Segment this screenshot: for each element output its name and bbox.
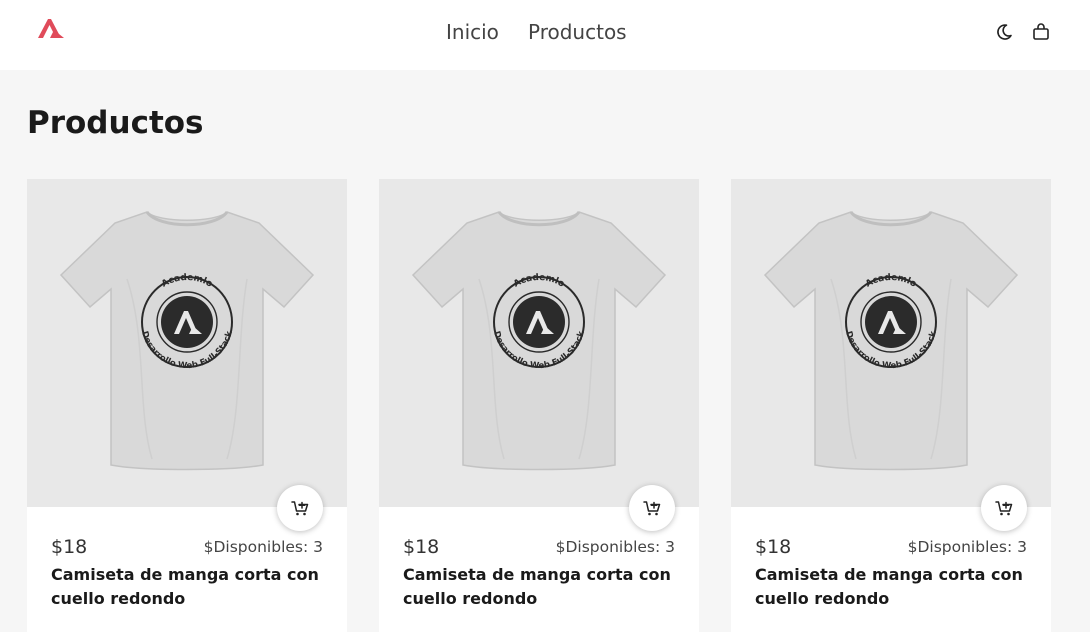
- cart-add-icon: [643, 501, 661, 516]
- shopping-bag-icon[interactable]: [1031, 22, 1051, 42]
- tshirt-image: Academlo Desarrollo Web Full-Stack: [411, 210, 667, 471]
- nav-link-inicio[interactable]: Inicio: [446, 20, 499, 44]
- product-stock: $Disponibles: 3: [907, 538, 1027, 556]
- tshirt-image: Academlo Desarrollo Web Full-Stack: [763, 210, 1019, 471]
- product-card[interactable]: Academlo Desarrollo Web Full-Stack $18 $…: [379, 179, 699, 632]
- add-to-cart-button[interactable]: [629, 485, 675, 531]
- product-image[interactable]: Academlo Desarrollo Web Full-Stack: [731, 179, 1051, 507]
- main-nav: Inicio Productos: [0, 0, 1090, 70]
- product-stock: $Disponibles: 3: [555, 538, 675, 556]
- add-to-cart-button[interactable]: [981, 485, 1027, 531]
- product-card[interactable]: Academlo Desarrollo Web Full-Stack $18 $…: [731, 179, 1051, 632]
- cart-add-icon: [291, 501, 309, 516]
- product-price: $18: [755, 536, 792, 558]
- product-image[interactable]: Academlo Desarrollo Web Full-Stack: [379, 179, 699, 507]
- product-stock: $Disponibles: 3: [203, 538, 323, 556]
- product-name[interactable]: Camiseta de manga corta con cuello redon…: [51, 563, 321, 611]
- product-name[interactable]: Camiseta de manga corta con cuello redon…: [403, 563, 673, 611]
- page-title: Productos: [27, 105, 204, 141]
- product-price: $18: [403, 536, 440, 558]
- add-to-cart-button[interactable]: [277, 485, 323, 531]
- top-header: Inicio Productos: [0, 0, 1090, 70]
- nav-link-productos[interactable]: Productos: [528, 20, 627, 44]
- moon-icon[interactable]: [994, 22, 1014, 42]
- product-card[interactable]: Academlo Desarrollo Web Full-Stack $18 $…: [27, 179, 347, 632]
- cart-add-icon: [995, 501, 1013, 516]
- product-image[interactable]: Academlo Desarrollo Web Full-Stack: [27, 179, 347, 507]
- product-name[interactable]: Camiseta de manga corta con cuello redon…: [755, 563, 1025, 611]
- tshirt-image: Academlo Desarrollo Web Full-Stack: [59, 210, 315, 471]
- product-price: $18: [51, 536, 88, 558]
